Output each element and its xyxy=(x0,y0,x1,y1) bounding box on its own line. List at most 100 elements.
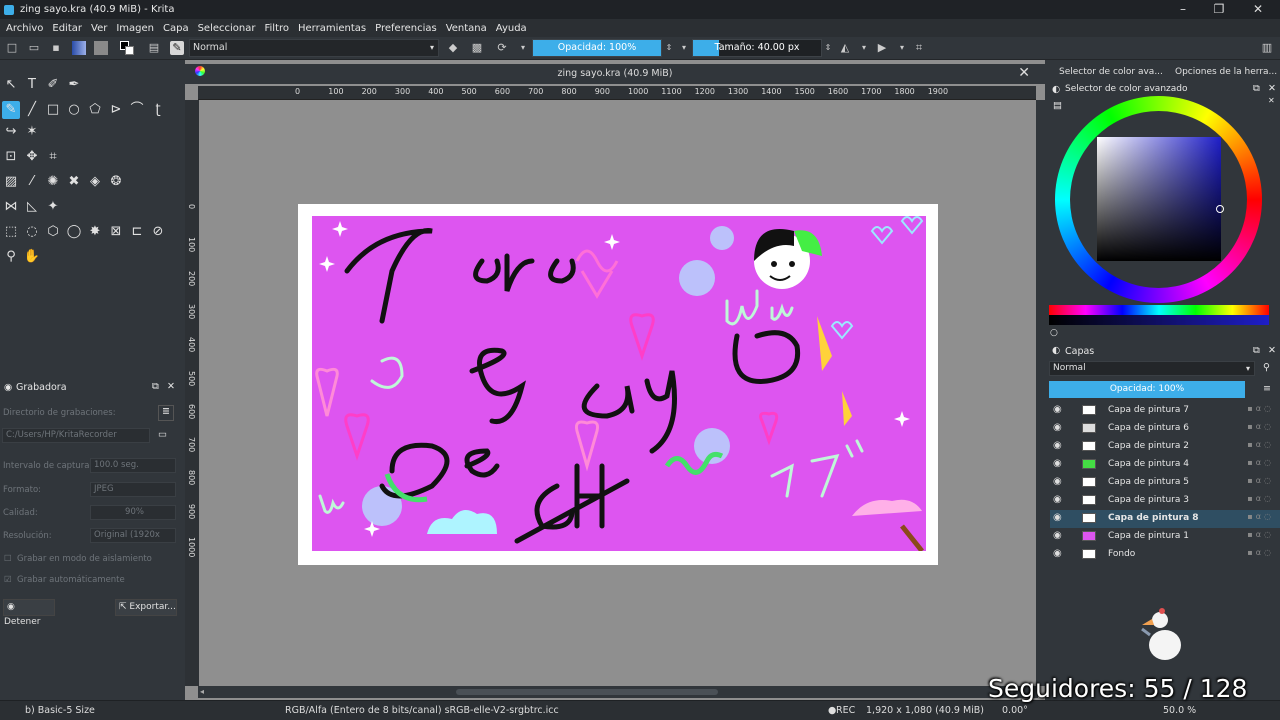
menu-imagen[interactable]: Imagen xyxy=(116,23,154,34)
dir-input[interactable]: C:/Users/HP/KritaRecorder xyxy=(2,428,150,443)
eye-icon[interactable]: ◉ xyxy=(1053,404,1062,415)
polygon-tool-icon[interactable]: ⬠ xyxy=(86,101,104,119)
layer-row[interactable]: ◉ Capa de pintura 8 ▪α◌ xyxy=(1050,510,1280,528)
text-tool-icon[interactable]: T xyxy=(23,76,41,94)
export-button[interactable]: ⇱ Exportar... xyxy=(115,599,177,616)
contiguous-select-icon[interactable]: ✸ xyxy=(86,223,104,241)
layer-lock-icons[interactable]: ▪α◌ xyxy=(1247,422,1274,431)
crop-tool-icon[interactable]: ⌗ xyxy=(44,148,62,166)
freehand-brush-icon[interactable]: ✎ xyxy=(2,101,20,119)
blend-mode-select[interactable]: Normal ▾ xyxy=(189,39,439,57)
menu-capa[interactable]: Capa xyxy=(163,23,189,34)
layer-lock-icons[interactable]: ▪α◌ xyxy=(1247,458,1274,467)
tab-tool-options[interactable]: Opciones de la herra... xyxy=(1175,67,1277,77)
stop-button[interactable]: ◉ Detener xyxy=(3,599,55,627)
menu-filtro[interactable]: Filtro xyxy=(264,23,289,34)
layer-row[interactable]: ◉ Capa de pintura 3 ▪α◌ xyxy=(1050,492,1280,510)
dynamic-brush-icon[interactable]: ↪ xyxy=(2,123,20,141)
eye-icon[interactable]: ◉ xyxy=(1053,422,1062,433)
bezier-tool-icon[interactable]: ⌒ xyxy=(128,101,146,119)
opacity-stepper[interactable]: ⇕ xyxy=(662,41,676,55)
color-history-icon[interactable]: ○ xyxy=(1050,328,1058,338)
brush-preset-icon[interactable]: ✎ xyxy=(170,41,184,55)
saturation-value-square[interactable] xyxy=(1097,137,1221,261)
layer-row[interactable]: ◉ Capa de pintura 2 ▪α◌ xyxy=(1050,438,1280,456)
open-folder-icon[interactable]: ▭ xyxy=(27,41,41,55)
close-docker-icon[interactable]: ✕ xyxy=(1268,83,1276,94)
layer-lock-icons[interactable]: ▪α◌ xyxy=(1247,404,1274,413)
eye-icon[interactable]: ◉ xyxy=(1053,512,1062,523)
edit-shapes-icon[interactable]: ✐ xyxy=(44,76,62,94)
magnetic-select-icon[interactable]: ⊘ xyxy=(149,223,167,241)
pattern-swatch-icon[interactable] xyxy=(94,41,108,55)
chevron-down-icon[interactable]: ▾ xyxy=(895,41,909,55)
interval-input[interactable]: 100.0 seg. xyxy=(90,458,176,473)
move-tool-icon[interactable]: ✥ xyxy=(23,148,41,166)
maximize-button[interactable]: ❐ xyxy=(1201,0,1237,19)
rect-select-icon[interactable]: ⬚ xyxy=(2,223,20,241)
gradient-swatch-icon[interactable] xyxy=(72,41,86,55)
minimize-button[interactable]: – xyxy=(1165,0,1201,19)
isolation-checkbox[interactable]: ☐ xyxy=(4,554,12,564)
document-tab[interactable]: zing sayo.kra (40.9 MiB) ✕ xyxy=(185,64,1045,84)
rectangle-tool-icon[interactable]: □ xyxy=(44,101,62,119)
menu-archivo[interactable]: Archivo xyxy=(6,23,43,34)
value-bar[interactable] xyxy=(1049,315,1269,325)
zoom-tool-icon[interactable]: ⚲ xyxy=(2,248,20,266)
tab-color-selector[interactable]: Selector de color ava... xyxy=(1059,67,1163,77)
scroll-left-icon[interactable]: ◂ xyxy=(200,687,204,696)
close-docker-icon[interactable]: ✕ xyxy=(1268,345,1276,356)
similar-select-icon[interactable]: ⊠ xyxy=(107,223,125,241)
workspace-icon[interactable]: ▥ xyxy=(1260,41,1274,55)
menu-ayuda[interactable]: Ayuda xyxy=(496,23,527,34)
layer-row[interactable]: ◉ Capa de pintura 7 ▪α◌ xyxy=(1050,402,1280,420)
polygon-select-icon[interactable]: ⬡ xyxy=(44,223,62,241)
opacity-slider[interactable]: Opacidad: 100% xyxy=(532,39,662,57)
assistant-tool-icon[interactable]: ⋈ xyxy=(2,198,20,216)
size-stepper[interactable]: ⇕ xyxy=(821,41,835,55)
outline-select-icon[interactable]: ◯ xyxy=(65,223,83,241)
calligraphy-icon[interactable]: ✒ xyxy=(65,76,83,94)
color-settings-icon[interactable]: ▤ xyxy=(1053,100,1062,111)
menu-herramientas[interactable]: Herramientas xyxy=(298,23,366,34)
layer-row[interactable]: ◉ Capa de pintura 4 ▪α◌ xyxy=(1050,456,1280,474)
reload-preset-icon[interactable]: ⟳ xyxy=(495,41,509,55)
new-document-icon[interactable]: □ xyxy=(5,41,19,55)
freehand-path-icon[interactable]: ʈ xyxy=(149,101,167,119)
ellipse-select-icon[interactable]: ◌ xyxy=(23,223,41,241)
resolution-select[interactable]: Original (1920x xyxy=(90,528,176,543)
close-docker-icon[interactable]: ✕ xyxy=(167,381,175,392)
layer-row[interactable]: ◉ Fondo ▪α◌ xyxy=(1050,546,1280,564)
layer-lock-icons[interactable]: ▪α◌ xyxy=(1247,548,1274,557)
float-docker-icon[interactable]: ⧉ xyxy=(1253,83,1260,94)
layer-row[interactable]: ◉ Capa de pintura 1 ▪α◌ xyxy=(1050,528,1280,546)
mirror-horizontal-icon[interactable]: ◭ xyxy=(838,41,852,55)
layer-blend-select[interactable]: Normal ▾ xyxy=(1049,361,1255,376)
chevron-down-icon[interactable]: ▾ xyxy=(857,41,871,55)
eye-icon[interactable]: ◉ xyxy=(1053,440,1062,451)
close-document-icon[interactable]: ✕ xyxy=(1018,65,1030,81)
eye-icon[interactable]: ◉ xyxy=(1053,530,1062,541)
close-window-button[interactable]: ✕ xyxy=(1240,0,1276,19)
layer-row[interactable]: ◉ Capa de pintura 6 ▪α◌ xyxy=(1050,420,1280,438)
color-picker-handle[interactable] xyxy=(1216,205,1224,213)
eraser-icon[interactable]: ◆ xyxy=(446,41,460,55)
layer-lock-icons[interactable]: ▪α◌ xyxy=(1247,440,1274,449)
chevron-down-icon[interactable]: ▾ xyxy=(677,41,691,55)
measure-tool-icon[interactable]: ◺ xyxy=(23,198,41,216)
wrap-around-icon[interactable]: ⌗ xyxy=(912,41,926,55)
layer-lock-icons[interactable]: ▪α◌ xyxy=(1247,512,1274,521)
ellipse-tool-icon[interactable]: ○ xyxy=(65,101,83,119)
filter-icon[interactable]: ⚲ xyxy=(1263,362,1270,373)
folder-icon[interactable]: ▭ xyxy=(158,429,167,440)
format-select[interactable]: JPEG xyxy=(90,482,176,497)
menu-ver[interactable]: Ver xyxy=(91,23,107,34)
multibrush-icon[interactable]: ✶ xyxy=(23,123,41,141)
smart-patch-icon[interactable]: ✖ xyxy=(65,173,83,191)
bezier-select-icon[interactable]: ⊏ xyxy=(128,223,146,241)
zoom-value[interactable]: 50.0 % xyxy=(1163,705,1196,716)
quality-input[interactable]: 90% xyxy=(90,505,176,520)
pan-tool-icon[interactable]: ✋ xyxy=(23,248,41,266)
color-picker-icon[interactable]: ⁄ xyxy=(23,173,41,191)
eye-icon[interactable]: ◉ xyxy=(1053,458,1062,469)
